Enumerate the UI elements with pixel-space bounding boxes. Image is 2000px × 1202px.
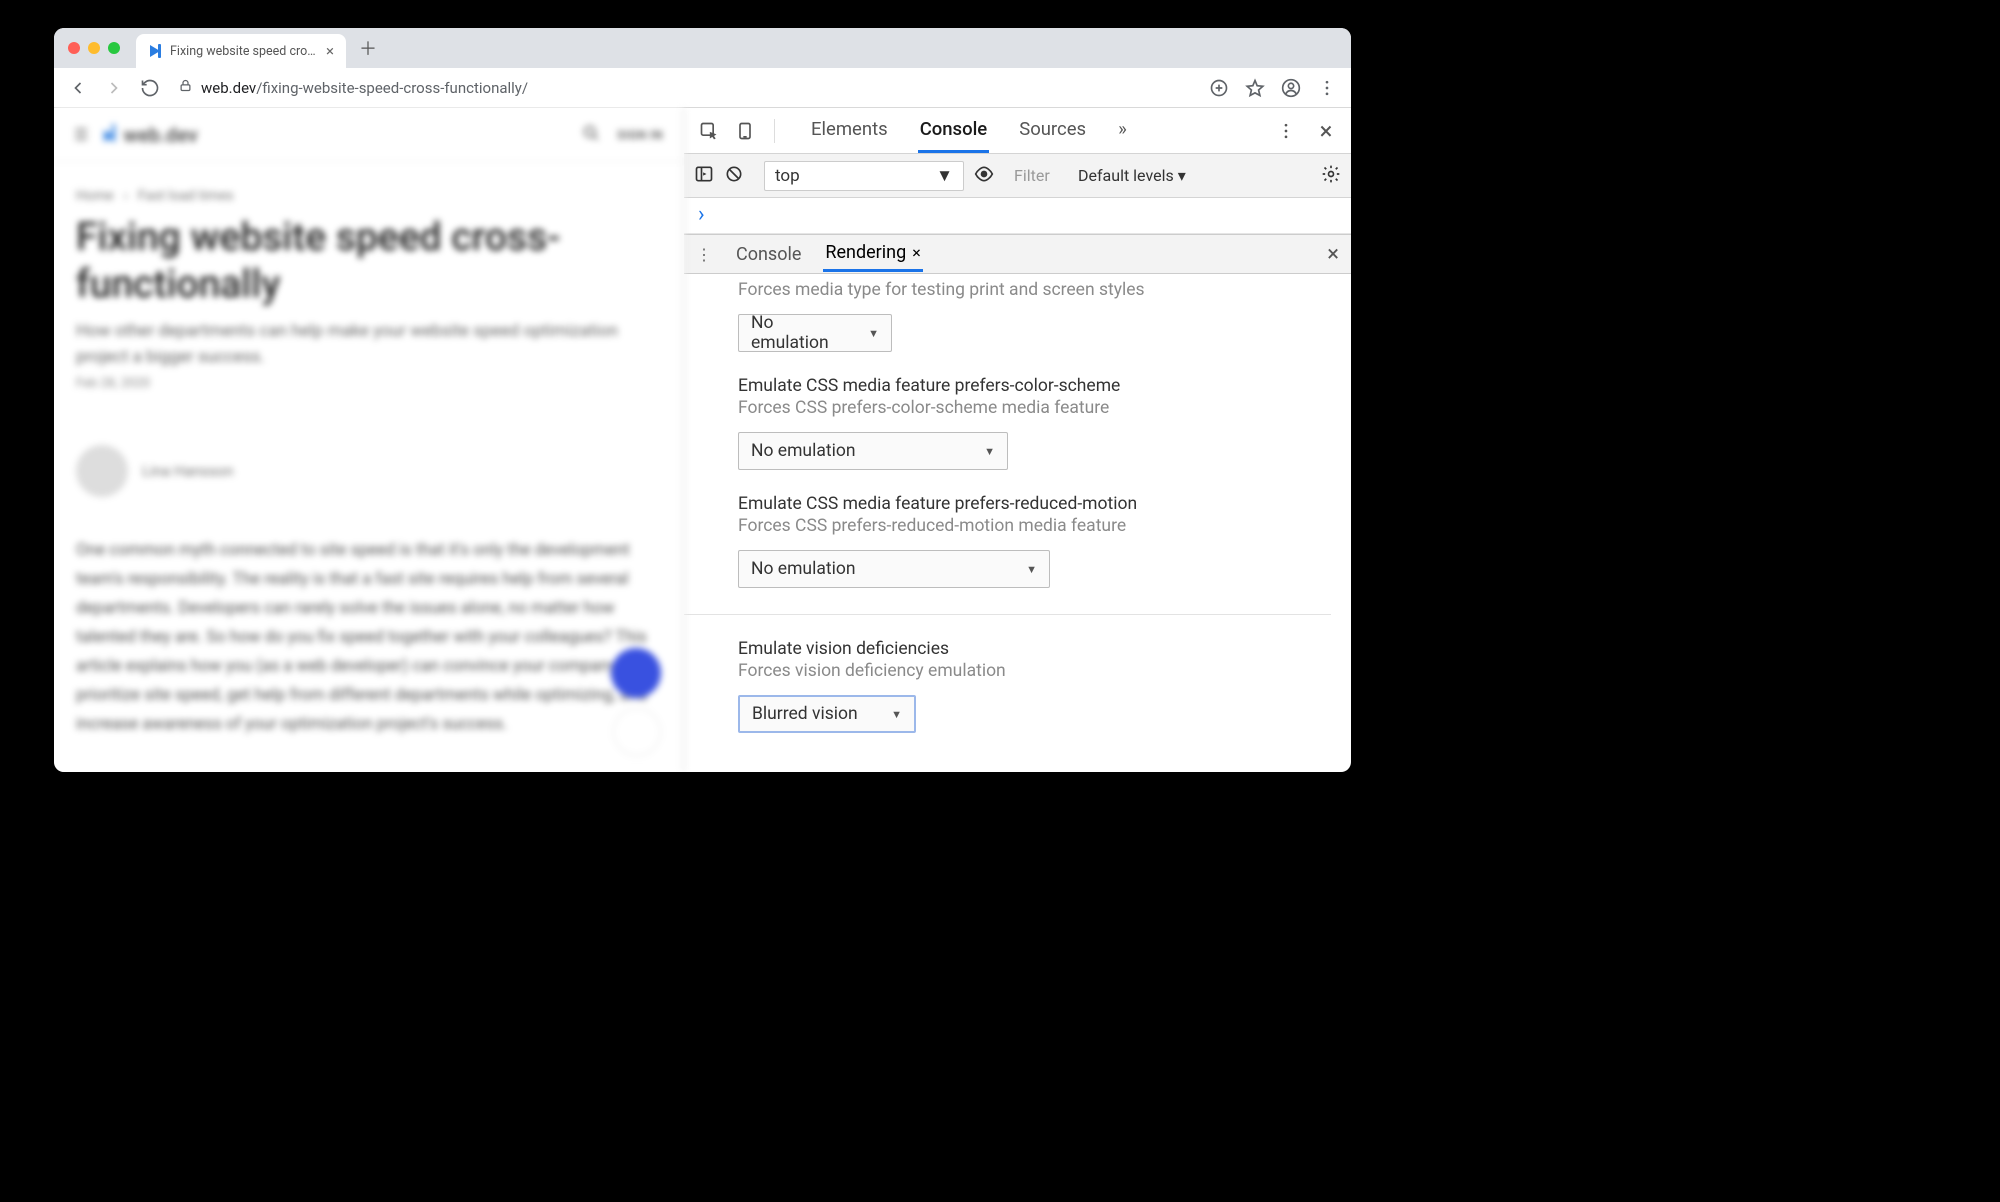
chevron-right-icon: › bbox=[124, 188, 128, 204]
install-pwa-button[interactable] bbox=[1203, 72, 1235, 104]
chevron-down-icon: ▼ bbox=[936, 166, 953, 186]
address-bar[interactable]: web.dev/fixing-website-speed-cross-funct… bbox=[170, 78, 1199, 97]
vision-deficiency-value: Blurred vision bbox=[752, 704, 858, 724]
prefers-reduced-motion-sub: Forces CSS prefers-reduced-motion media … bbox=[738, 516, 1331, 536]
rendering-drawer: Forces media type for testing print and … bbox=[684, 274, 1351, 772]
console-settings-icon[interactable] bbox=[1321, 164, 1341, 188]
chevron-down-icon: ▼ bbox=[891, 708, 902, 721]
prefers-color-scheme-sub: Forces CSS prefers-color-scheme media fe… bbox=[738, 398, 1331, 418]
breadcrumb-current[interactable]: Fast load times bbox=[138, 188, 234, 204]
fullscreen-window-button[interactable] bbox=[108, 42, 120, 54]
hamburger-icon[interactable]: ☰ bbox=[74, 125, 88, 144]
vision-deficiency-select[interactable]: Blurred vision ▼ bbox=[738, 695, 916, 733]
device-toolbar-icon[interactable] bbox=[730, 116, 760, 146]
console-toolbar: top ▼ Filter Default levels ▾ bbox=[684, 154, 1351, 198]
clear-console-icon[interactable] bbox=[724, 164, 744, 188]
logo-icon bbox=[104, 123, 115, 147]
tab-console[interactable]: Console bbox=[918, 108, 990, 153]
profile-button[interactable] bbox=[1275, 72, 1307, 104]
page-date: Feb 28, 2020 bbox=[54, 376, 683, 391]
close-devtools-icon[interactable]: × bbox=[1311, 116, 1341, 146]
vision-deficiency-sub: Forces vision deficiency emulation bbox=[738, 661, 1331, 681]
devtools-main-tabs: Elements Console Sources » bbox=[809, 108, 1129, 153]
forward-button[interactable] bbox=[98, 72, 130, 104]
drawer-menu-icon[interactable]: ⋮ bbox=[696, 245, 714, 264]
browser-window: Fixing website speed cross-fun × ＋ web.d… bbox=[54, 28, 1351, 772]
breadcrumb-home[interactable]: Home bbox=[76, 188, 114, 204]
execution-context-select[interactable]: top ▼ bbox=[764, 161, 964, 191]
drawer-tab-rendering[interactable]: Rendering × bbox=[823, 236, 922, 272]
prefers-color-scheme-title: Emulate CSS media feature prefers-color-… bbox=[738, 376, 1331, 396]
tab-title: Fixing website speed cross-fun bbox=[170, 44, 318, 59]
site-name: web.dev bbox=[123, 123, 197, 147]
chevron-down-icon: ▼ bbox=[1026, 563, 1037, 576]
page-title: Fixing website speed cross-functionally bbox=[54, 214, 683, 308]
search-icon[interactable] bbox=[581, 123, 601, 147]
url-domain: web.dev bbox=[201, 79, 256, 97]
inspect-element-icon[interactable] bbox=[694, 116, 724, 146]
vision-deficiency-title: Emulate vision deficiencies bbox=[738, 639, 1331, 659]
devtools-panel: Elements Console Sources » × top ▼ bbox=[684, 108, 1351, 772]
bookmark-button[interactable] bbox=[1239, 72, 1271, 104]
chevron-down-icon: ▼ bbox=[868, 327, 879, 340]
divider bbox=[684, 614, 1331, 615]
browser-tab[interactable]: Fixing website speed cross-fun × bbox=[136, 34, 346, 68]
secondary-fab[interactable] bbox=[613, 708, 661, 756]
breadcrumb: Home › Fast load times bbox=[54, 162, 683, 214]
avatar bbox=[76, 445, 128, 497]
more-tabs-icon[interactable]: » bbox=[1116, 108, 1129, 153]
share-fab[interactable] bbox=[611, 648, 661, 698]
url-path: /fixing-website-speed-cross-functionally… bbox=[256, 79, 528, 97]
close-drawer-tab-icon[interactable]: × bbox=[912, 243, 921, 262]
devtools-tabbar: Elements Console Sources » × bbox=[684, 108, 1351, 154]
drawer-tab-console[interactable]: Console bbox=[734, 238, 803, 271]
drawer-tab-rendering-label: Rendering bbox=[825, 242, 906, 263]
prefers-color-scheme-value: No emulation bbox=[751, 441, 855, 461]
reload-button[interactable] bbox=[134, 72, 166, 104]
chrome-menu-button[interactable] bbox=[1311, 72, 1343, 104]
media-type-value: No emulation bbox=[751, 313, 850, 353]
console-output[interactable]: › bbox=[684, 198, 1351, 234]
author-name: Lina Hansson bbox=[142, 462, 233, 480]
prefers-reduced-motion-select[interactable]: No emulation ▼ bbox=[738, 550, 1050, 588]
close-drawer-icon[interactable]: × bbox=[1327, 242, 1339, 267]
tab-elements[interactable]: Elements bbox=[809, 108, 890, 153]
close-tab-icon[interactable]: × bbox=[326, 42, 334, 60]
author-block: Lina Hansson bbox=[54, 391, 683, 517]
live-expression-icon[interactable] bbox=[974, 164, 994, 188]
new-tab-button[interactable]: ＋ bbox=[354, 34, 382, 62]
page-subtitle: How other departments can help make your… bbox=[54, 308, 683, 377]
sign-in-button[interactable]: SIGN IN bbox=[617, 128, 663, 142]
prefers-color-scheme-select[interactable]: No emulation ▼ bbox=[738, 432, 1008, 470]
site-brand[interactable]: web.dev bbox=[104, 123, 197, 147]
tab-sources[interactable]: Sources bbox=[1017, 108, 1088, 153]
media-type-sub: Forces media type for testing print and … bbox=[738, 280, 1331, 300]
prefers-reduced-motion-title: Emulate CSS media feature prefers-reduce… bbox=[738, 494, 1331, 514]
log-levels-select[interactable]: Default levels ▾ bbox=[1078, 166, 1186, 185]
devtools-menu-icon[interactable] bbox=[1271, 116, 1301, 146]
webpage-viewport: ☰ web.dev SIGN IN Home › Fast load times… bbox=[54, 108, 684, 772]
site-header: ☰ web.dev SIGN IN bbox=[54, 108, 683, 162]
minimize-window-button[interactable] bbox=[88, 42, 100, 54]
prefers-reduced-motion-value: No emulation bbox=[751, 559, 855, 579]
favicon bbox=[148, 44, 162, 58]
drawer-tabbar: ⋮ Console Rendering × × bbox=[684, 234, 1351, 274]
chrome-toolbar: web.dev/fixing-website-speed-cross-funct… bbox=[54, 68, 1351, 108]
window-traffic-lights bbox=[68, 42, 120, 54]
article-body: One common myth connected to site speed … bbox=[54, 517, 683, 739]
console-sidebar-toggle-icon[interactable] bbox=[694, 164, 714, 188]
context-value: top bbox=[775, 166, 800, 186]
media-type-select[interactable]: No emulation ▼ bbox=[738, 314, 892, 352]
content-area: ☰ web.dev SIGN IN Home › Fast load times… bbox=[54, 108, 1351, 772]
filter-input[interactable]: Filter bbox=[1014, 166, 1068, 185]
chrome-tabbar: Fixing website speed cross-fun × ＋ bbox=[54, 28, 1351, 68]
close-window-button[interactable] bbox=[68, 42, 80, 54]
chevron-down-icon: ▼ bbox=[984, 445, 995, 458]
back-button[interactable] bbox=[62, 72, 94, 104]
lock-icon bbox=[178, 78, 193, 97]
